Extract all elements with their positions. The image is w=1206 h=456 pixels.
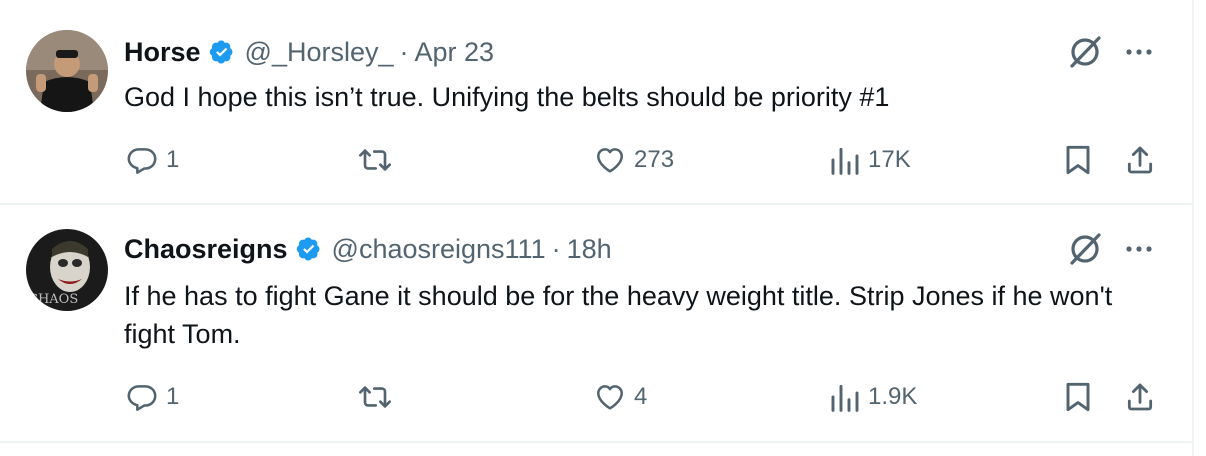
- avatar[interactable]: [26, 30, 108, 112]
- display-name[interactable]: Chaosreigns: [124, 234, 288, 265]
- tweet-2[interactable]: CHAOS Chaosreigns @chaosreigns111 · 18h: [0, 205, 1192, 443]
- like-icon: [594, 381, 626, 413]
- timestamp[interactable]: Apr 23: [415, 37, 495, 68]
- separator: ·: [551, 233, 561, 264]
- retweet-icon: [357, 381, 393, 413]
- views-icon: [830, 144, 860, 176]
- reply-count: 1: [166, 383, 180, 410]
- reply-icon: [126, 381, 158, 413]
- more-icon[interactable]: [1124, 234, 1154, 264]
- timestamp[interactable]: 18h: [567, 234, 612, 265]
- like-count: 273: [634, 146, 675, 173]
- tweet-1[interactable]: Horse @_Horsley_ · Apr 23 God I hope thi: [0, 0, 1192, 204]
- grok-icon[interactable]: [1066, 33, 1104, 71]
- tweet-text: God I hope this isn’t true. Unifying the…: [124, 82, 890, 112]
- separator: ·: [399, 36, 409, 67]
- like-count: 4: [634, 383, 648, 410]
- tweet-actions: 1 273 17K: [0, 140, 1192, 180]
- views-count: 17K: [868, 146, 911, 173]
- avatar[interactable]: CHAOS: [26, 229, 108, 311]
- verified-badge-icon[interactable]: [294, 234, 324, 264]
- bookmark-icon: [1063, 144, 1093, 176]
- tweet-top-icons: [1066, 229, 1154, 269]
- tweet-header: Horse @_Horsley_ · Apr 23: [124, 32, 494, 72]
- retweet-button[interactable]: [357, 377, 401, 417]
- tweet-actions: 1 4 1.9K: [0, 377, 1192, 417]
- share-icon: [1124, 381, 1156, 413]
- tweet-text: If he has to fight Gane it should be for…: [124, 281, 1113, 349]
- retweet-button[interactable]: [357, 140, 401, 180]
- views-button[interactable]: 1.9K: [830, 377, 917, 417]
- timeline-right-border: [1192, 0, 1194, 456]
- share-icon: [1124, 144, 1156, 176]
- views-button[interactable]: 17K: [830, 140, 911, 180]
- verified-badge-icon[interactable]: [207, 37, 237, 67]
- tweet-header: Chaosreigns @chaosreigns111 · 18h: [124, 229, 612, 269]
- bookmark-button[interactable]: [1063, 140, 1093, 180]
- share-button[interactable]: [1124, 140, 1156, 180]
- share-button[interactable]: [1124, 377, 1156, 417]
- like-icon: [594, 144, 626, 176]
- views-count: 1.9K: [868, 383, 918, 410]
- bookmark-button[interactable]: [1063, 377, 1093, 417]
- like-button[interactable]: 4: [594, 377, 647, 417]
- like-button[interactable]: 273: [594, 140, 674, 180]
- grok-icon[interactable]: [1066, 230, 1104, 268]
- tweet-top-icons: [1066, 32, 1154, 72]
- display-name[interactable]: Horse: [124, 37, 201, 68]
- views-icon: [830, 381, 860, 413]
- bookmark-icon: [1063, 381, 1093, 413]
- avatar-watermark-text: CHAOS: [28, 292, 78, 307]
- retweet-icon: [357, 144, 393, 176]
- tweet-divider: [0, 441, 1192, 443]
- more-icon[interactable]: [1124, 37, 1154, 67]
- reply-button[interactable]: 1: [126, 377, 179, 417]
- reply-icon: [126, 144, 158, 176]
- reply-count: 1: [166, 146, 180, 173]
- handle[interactable]: @chaosreigns111: [332, 234, 546, 265]
- handle[interactable]: @_Horsley_: [245, 37, 394, 68]
- reply-button[interactable]: 1: [126, 140, 179, 180]
